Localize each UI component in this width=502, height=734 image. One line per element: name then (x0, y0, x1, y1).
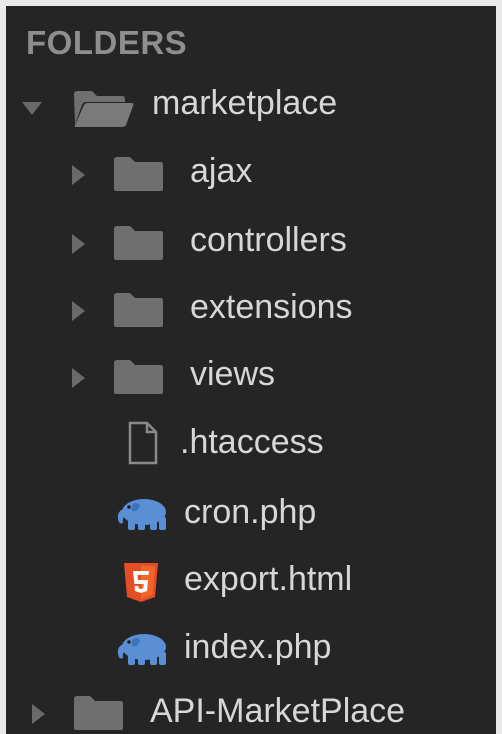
tree-item-controllers[interactable]: controllers (6, 213, 496, 273)
folder-icon (114, 293, 163, 327)
chevron-right-icon[interactable] (72, 165, 85, 185)
chevron-right-icon[interactable] (72, 301, 85, 321)
tree-item-label: .htaccess (180, 423, 324, 461)
chevron-right-icon[interactable] (72, 234, 85, 254)
tree-item-index-php[interactable]: index.php (6, 620, 496, 680)
tree-item-label: export.html (184, 560, 353, 598)
php-elephant-icon (117, 634, 166, 665)
chevron-down-icon[interactable] (22, 102, 42, 115)
tree-item-label: views (190, 355, 276, 393)
tree-item-label: cron.php (184, 493, 317, 531)
chevron-right-icon[interactable] (32, 704, 45, 724)
folder-icon (114, 360, 163, 394)
tree-item-htaccess[interactable]: .htaccess (6, 415, 496, 475)
folders-header: FOLDERS (26, 24, 188, 61)
php-elephant-icon (117, 499, 166, 530)
folder-icon (114, 226, 163, 260)
folder-open-icon (74, 91, 134, 127)
tree-item-cron-php[interactable]: cron.php (6, 485, 496, 545)
tree-item-extensions[interactable]: extensions (6, 280, 496, 340)
tree-item-ajax[interactable]: ajax (6, 144, 496, 204)
tree-item-views[interactable]: views (6, 347, 496, 407)
tree-item-marketplace[interactable]: marketplace (6, 76, 496, 136)
tree-item-label: extensions (190, 288, 353, 326)
tree-item-label: index.php (184, 628, 332, 666)
file-icon (128, 421, 158, 465)
tree-item-label: API-MarketPlace (150, 692, 406, 730)
folder-icon (114, 157, 163, 191)
tree-item-api-marketplace[interactable]: API-MarketPlace (6, 684, 496, 734)
sidebar-panel: FOLDERS marketplace ajax controllers ext… (0, 0, 502, 734)
html5-icon (124, 563, 158, 602)
tree-item-label: marketplace (152, 84, 338, 122)
chevron-right-icon[interactable] (72, 368, 85, 388)
tree-item-label: ajax (190, 152, 253, 190)
tree-item-export-html[interactable]: export.html (6, 552, 496, 612)
folder-icon (74, 696, 123, 730)
tree-item-label: controllers (190, 221, 347, 259)
